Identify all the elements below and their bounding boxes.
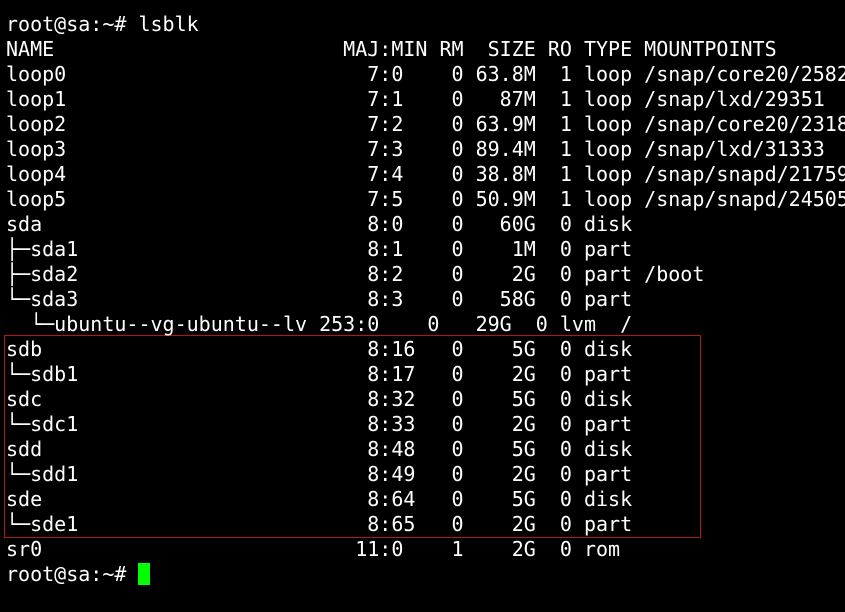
device-row: sde 8:64 0 5G 0 disk [6,487,633,511]
device-row: sdd 8:48 0 5G 0 disk [6,437,633,461]
device-row: loop0 7:0 0 63.8M 1 loop /snap/core20/25… [6,62,845,86]
device-row: └─ubuntu--vg-ubuntu--lv 253:0 0 29G 0 lv… [6,312,633,336]
device-row: sda 8:0 0 60G 0 disk [6,212,633,236]
device-row: └─sdb1 8:17 0 2G 0 part [6,362,633,386]
device-row: ├─sda1 8:1 0 1M 0 part [6,237,633,261]
cursor [138,563,151,585]
device-row: └─sdd1 8:49 0 2G 0 part [6,462,633,486]
prompt-line: root@sa:~# [6,562,151,587]
device-row: └─sda3 8:3 0 58G 0 part [6,287,633,311]
device-row: loop3 7:3 0 89.4M 1 loop /snap/lxd/31333 [6,137,825,161]
column-header-row: NAME MAJ:MIN RM SIZE RO TYPE MOUNTPOINTS [6,37,777,61]
device-row: loop5 7:5 0 50.9M 1 loop /snap/snapd/245… [6,187,845,211]
command-line: root@sa:~# lsblk [6,12,199,36]
terminal-window[interactable]: root@sa:~# lsblk NAME MAJ:MIN RM SIZE RO … [0,0,845,612]
device-row: sr0 11:0 1 2G 0 rom [6,537,621,561]
device-row: loop2 7:2 0 63.9M 1 loop /snap/core20/23… [6,112,845,136]
device-row: sdb 8:16 0 5G 0 disk [6,337,633,361]
device-row: sdc 8:32 0 5G 0 disk [6,387,633,411]
device-row: └─sdc1 8:33 0 2G 0 part [6,412,633,436]
device-row: └─sde1 8:65 0 2G 0 part [6,512,633,536]
device-row: loop4 7:4 0 38.8M 1 loop /snap/snapd/217… [6,162,845,186]
device-row: loop1 7:1 0 87M 1 loop /snap/lxd/29351 [6,87,825,111]
device-row: ├─sda2 8:2 0 2G 0 part /boot [6,262,705,286]
